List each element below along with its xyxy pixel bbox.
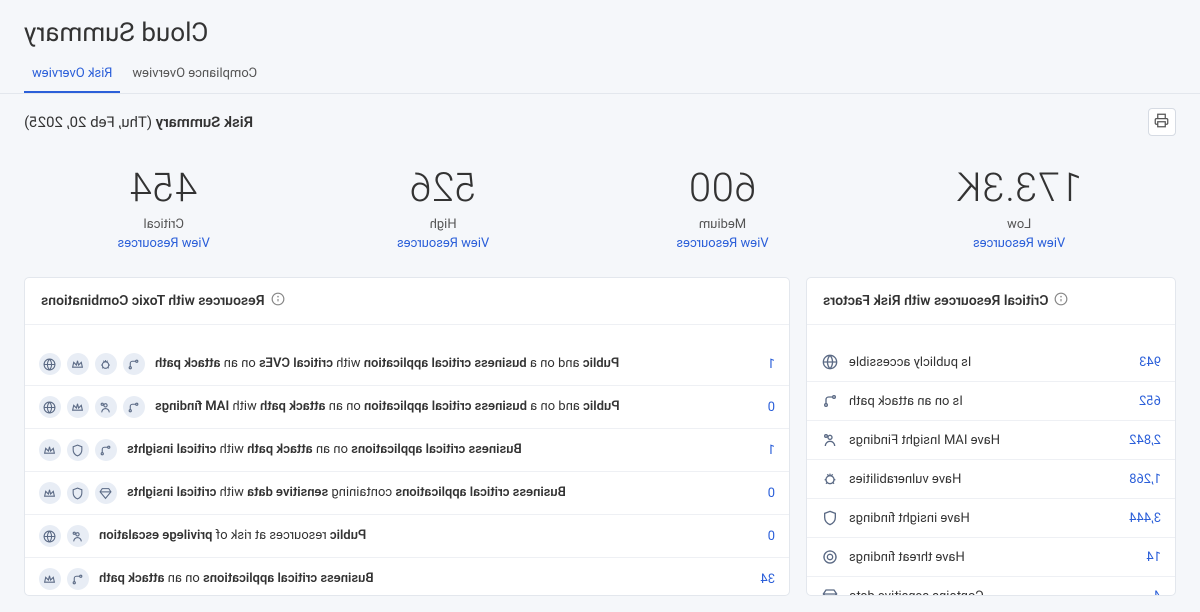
subtitle-date: (Thu, Feb 20, 2025)	[24, 113, 152, 131]
metric-value: 600	[676, 164, 768, 211]
metric-label: Low	[956, 217, 1083, 232]
crown-icon	[39, 439, 61, 461]
risk-factor-row: Is on an attack path 652	[807, 382, 1175, 421]
panel2-title: Critical Resources with Risk Factors	[823, 293, 1048, 309]
risk-factor-label: Is publicly accessible	[849, 355, 971, 370]
metric-low: 173.3K Low View Resources	[956, 164, 1083, 251]
metric-value: 173.3K	[956, 164, 1083, 211]
view-resources-link[interactable]: View Resources	[397, 236, 489, 251]
risk-factor-count[interactable]: 1,268	[1129, 472, 1161, 487]
subheader-title: Risk Summary (Thu, Feb 20, 2025)	[24, 113, 253, 131]
risk-factor-row: Is publicly accessible 943	[807, 343, 1175, 382]
toxic-row: Public and on a business critical applic…	[25, 343, 789, 386]
toxic-row: Business critical applications containin…	[25, 472, 789, 515]
risk-factors-panel: Critical Resources with Risk Factors Is …	[806, 277, 1176, 596]
person-icon	[95, 396, 117, 418]
metric-medium: 600 Medium View Resources	[676, 164, 768, 251]
risk-factor-count[interactable]: 652	[1139, 394, 1161, 409]
toxic-row-desc: Public resources at risk of privilege es…	[99, 527, 745, 545]
risk-factor-label: Is on an attack path	[849, 394, 963, 409]
tabs: Risk OverviewCompliance Overview	[0, 48, 1200, 94]
risk-factor-row: Have threat findings 14	[807, 538, 1175, 577]
tab-risk-overview[interactable]: Risk Overview	[24, 66, 120, 93]
page-title: Cloud Summary	[0, 0, 1200, 48]
tab-compliance-overview[interactable]: Compliance Overview	[124, 66, 265, 93]
crown-icon	[39, 482, 61, 504]
metric-label: Medium	[676, 217, 768, 232]
risk-factor-label: Have insight findings	[849, 511, 970, 526]
risk-factor-label: Contains sensitive data	[849, 589, 984, 596]
globe-icon	[39, 353, 61, 375]
toxic-row: Business critical applications on an att…	[25, 429, 789, 472]
shield-icon	[67, 482, 89, 504]
diamond-icon	[821, 587, 839, 595]
crown-icon	[39, 568, 61, 590]
info-icon[interactable]	[1054, 292, 1068, 310]
metric-label: High	[397, 217, 489, 232]
metric-critical: 454 Critical View Resources	[118, 164, 210, 251]
toxic-row-count[interactable]: 0	[755, 486, 775, 501]
threat-icon	[821, 548, 839, 566]
risk-factor-label: Have IAM Insight Findings	[849, 433, 1000, 448]
toxic-row-count[interactable]: 0	[755, 529, 775, 544]
path-icon	[123, 396, 145, 418]
toxic-row: Business critical applications on an att…	[25, 558, 789, 595]
path-icon	[67, 568, 89, 590]
shield-icon	[67, 439, 89, 461]
bug-icon	[95, 353, 117, 375]
toxic-row-desc: Public and on a business critical applic…	[155, 398, 745, 416]
risk-factor-row: Have IAM Insight Findings 2,842	[807, 421, 1175, 460]
globe-icon	[39, 396, 61, 418]
metric-value: 526	[397, 164, 489, 211]
panel1-title: Resources with Toxic Combinations	[41, 293, 265, 309]
risk-factor-count[interactable]: 2,842	[1129, 433, 1161, 448]
view-resources-link[interactable]: View Resources	[118, 236, 210, 251]
risk-factor-count[interactable]: 4	[1141, 589, 1161, 596]
risk-factor-row: Have insight findings 3,444	[807, 499, 1175, 538]
metric-high: 526 High View Resources	[397, 164, 489, 251]
subtitle-prefix: Risk Summary	[152, 113, 253, 131]
person-icon	[67, 525, 89, 547]
risk-factor-count[interactable]: 3,444	[1129, 511, 1161, 526]
path-icon	[123, 353, 145, 375]
crown-icon	[67, 396, 89, 418]
toxic-row-desc: Public and on a business critical applic…	[155, 355, 745, 373]
toxic-row-desc: Business critical applications on an att…	[99, 570, 745, 588]
risk-factor-label: Have threat findings	[849, 550, 965, 565]
toxic-row-count[interactable]: 1	[755, 357, 775, 372]
metrics: 454 Critical View Resources 526 High View Res…	[0, 136, 1200, 261]
risk-factor-label: Have vulnerabilities	[849, 472, 961, 487]
path-icon	[95, 439, 117, 461]
globe-icon	[39, 525, 61, 547]
print-button[interactable]	[1148, 108, 1176, 136]
risk-factor-row: Have vulnerabilities 1,268	[807, 460, 1175, 499]
crown-icon	[67, 353, 89, 375]
diamond-icon	[95, 482, 117, 504]
bug-icon	[821, 470, 839, 488]
path-icon	[821, 392, 839, 410]
risk-factor-row: Contains sensitive data 4	[807, 577, 1175, 595]
toxic-row: Public resources at risk of privilege es…	[25, 515, 789, 558]
person-icon	[821, 431, 839, 449]
metric-value: 454	[118, 164, 210, 211]
globe-icon	[821, 353, 839, 371]
view-resources-link[interactable]: View Resources	[956, 236, 1083, 251]
toxic-combinations-panel: Resources with Toxic Combinations Public…	[24, 277, 790, 596]
toxic-row-count[interactable]: 1	[755, 443, 775, 458]
risk-factor-count[interactable]: 943	[1139, 355, 1161, 370]
shield-icon	[821, 509, 839, 527]
toxic-row-count[interactable]: 34	[755, 572, 775, 587]
risk-factor-count[interactable]: 14	[1141, 550, 1161, 565]
toxic-row-desc: Business critical applications on an att…	[127, 441, 745, 459]
info-icon[interactable]	[271, 292, 285, 310]
print-icon	[1155, 113, 1170, 131]
view-resources-link[interactable]: View Resources	[676, 236, 768, 251]
toxic-row: Public and on a business critical applic…	[25, 386, 789, 429]
metric-label: Critical	[118, 217, 210, 232]
toxic-row-desc: Business critical applications containin…	[127, 484, 745, 502]
toxic-row-count[interactable]: 0	[755, 400, 775, 415]
